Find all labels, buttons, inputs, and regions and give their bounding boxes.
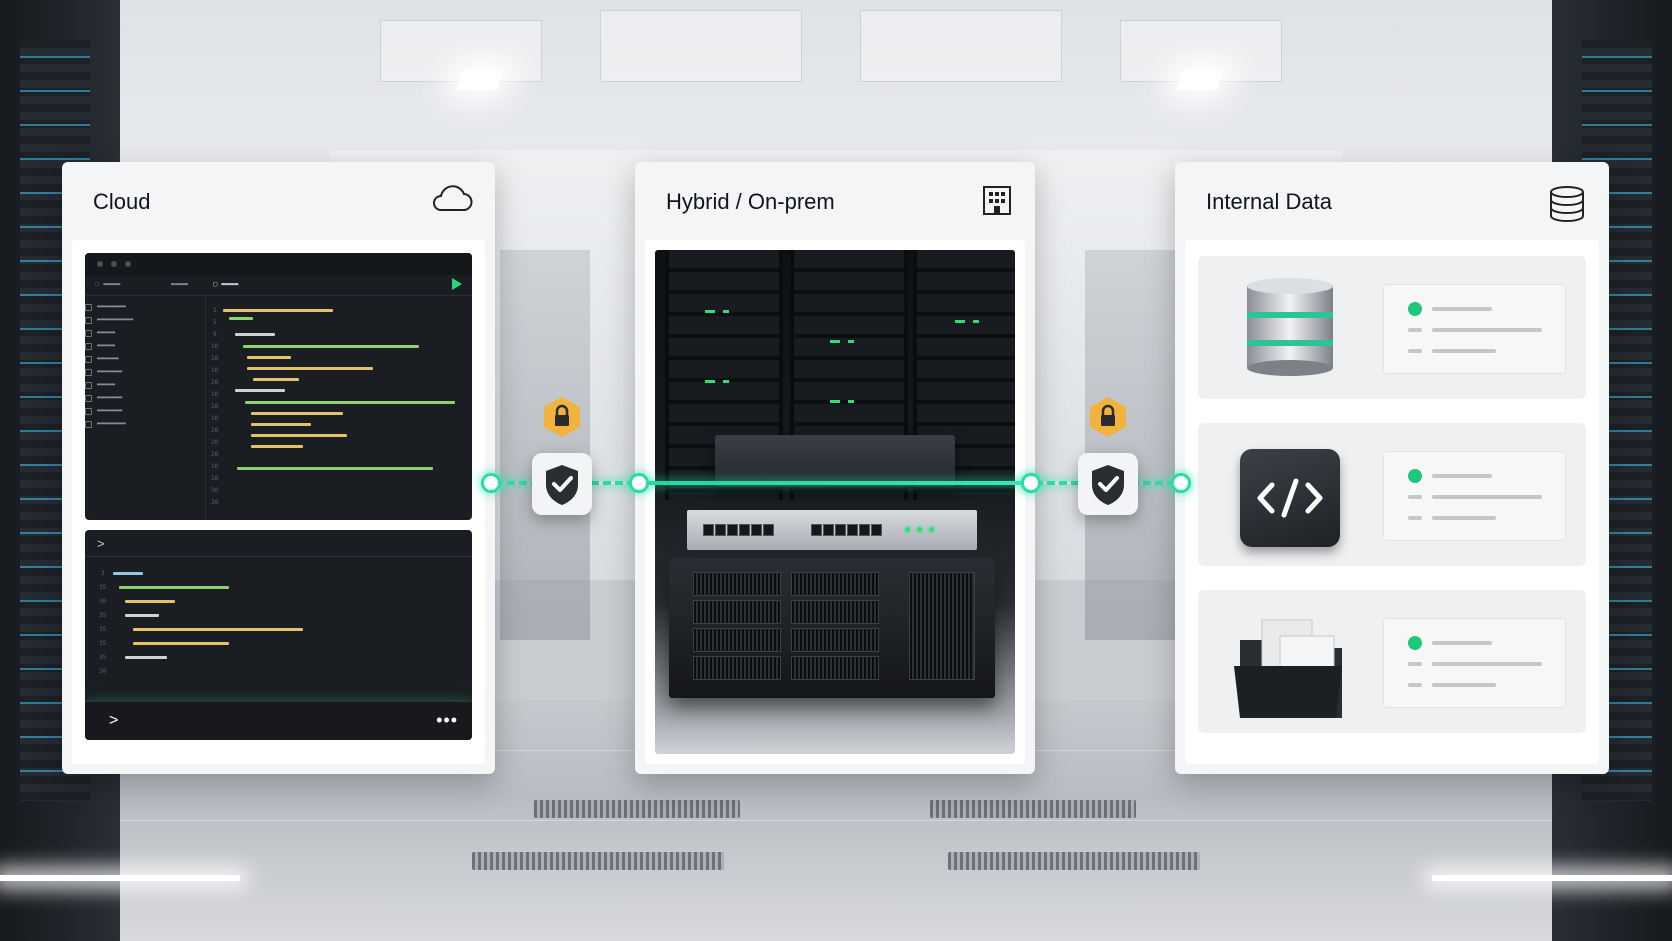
- data-item-database[interactable]: [1198, 256, 1586, 399]
- cloud-icon: [431, 184, 473, 219]
- connector-node: [629, 473, 649, 493]
- status-dot: [1408, 636, 1422, 650]
- command-input[interactable]: > •••: [85, 701, 472, 740]
- shield-check-icon: [1092, 465, 1124, 505]
- internal-data-panel: Internal Data: [1175, 162, 1609, 774]
- cloud-panel: Cloud ◌ ▬▬▬▬ ▬▬▬▬ ▢ ▬▬▬▬ ▬▬▬▬▬▬▬▬ ▬▬▬▬▬▬…: [62, 162, 495, 774]
- panel-body: [645, 240, 1025, 764]
- run-icon[interactable]: [452, 278, 462, 290]
- status-dot: [1408, 469, 1422, 483]
- connector-node: [1171, 473, 1191, 493]
- panel-header: Internal Data: [1175, 162, 1609, 240]
- hybrid-panel: Hybrid / On-prem: [635, 162, 1035, 774]
- data-card: [1383, 284, 1566, 374]
- network-switch: [715, 435, 955, 487]
- panel-title: Cloud: [93, 189, 151, 214]
- data-item-code[interactable]: [1198, 423, 1586, 566]
- server-hardware-image: [655, 250, 1015, 754]
- panel-body: ◌ ▬▬▬▬ ▬▬▬▬ ▢ ▬▬▬▬ ▬▬▬▬▬▬▬▬ ▬▬▬▬▬▬▬▬▬▬ ▬…: [72, 240, 485, 764]
- code-icon: [1240, 449, 1340, 547]
- panel-header: Cloud: [62, 162, 495, 240]
- connector-node: [1021, 473, 1041, 493]
- lock-icon: [1089, 396, 1127, 438]
- terminal[interactable]: > 3 35 30 35 35 35 35 30 > •••: [85, 530, 472, 740]
- chevron-right-icon[interactable]: >: [109, 712, 118, 730]
- connector-node: [481, 473, 501, 493]
- data-card: [1383, 451, 1566, 541]
- more-icon[interactable]: •••: [436, 710, 458, 731]
- panel-title: Hybrid / On-prem: [666, 189, 835, 214]
- storage-server: [669, 558, 995, 698]
- connection-line: [640, 481, 1030, 485]
- data-card: [1383, 618, 1566, 708]
- folder-icon: [1232, 610, 1348, 727]
- database-stack-icon: [1243, 278, 1337, 383]
- panel-header: Hybrid / On-prem: [635, 162, 1035, 240]
- building-icon: [981, 184, 1013, 221]
- lock-icon: [543, 396, 581, 438]
- shield-check-icon: [546, 465, 578, 505]
- code-editor[interactable]: ◌ ▬▬▬▬ ▬▬▬▬ ▢ ▬▬▬▬ ▬▬▬▬▬▬▬▬ ▬▬▬▬▬▬▬▬▬▬ ▬…: [85, 253, 472, 520]
- panel-body: [1185, 240, 1599, 764]
- terminal-prompt: >: [97, 536, 105, 551]
- database-icon: [1547, 184, 1587, 229]
- file-explorer: ▬▬▬▬▬▬▬▬ ▬▬▬▬▬▬▬▬▬▬ ▬▬▬▬▬ ▬▬▬▬▬ ▬▬▬▬▬▬ ▬…: [85, 295, 206, 520]
- security-gateway[interactable]: [1078, 453, 1138, 515]
- status-dot: [1408, 302, 1422, 316]
- ethernet-switch: [687, 510, 977, 550]
- data-item-files[interactable]: [1198, 590, 1586, 733]
- security-gateway[interactable]: [532, 453, 592, 515]
- panel-title: Internal Data: [1206, 189, 1332, 214]
